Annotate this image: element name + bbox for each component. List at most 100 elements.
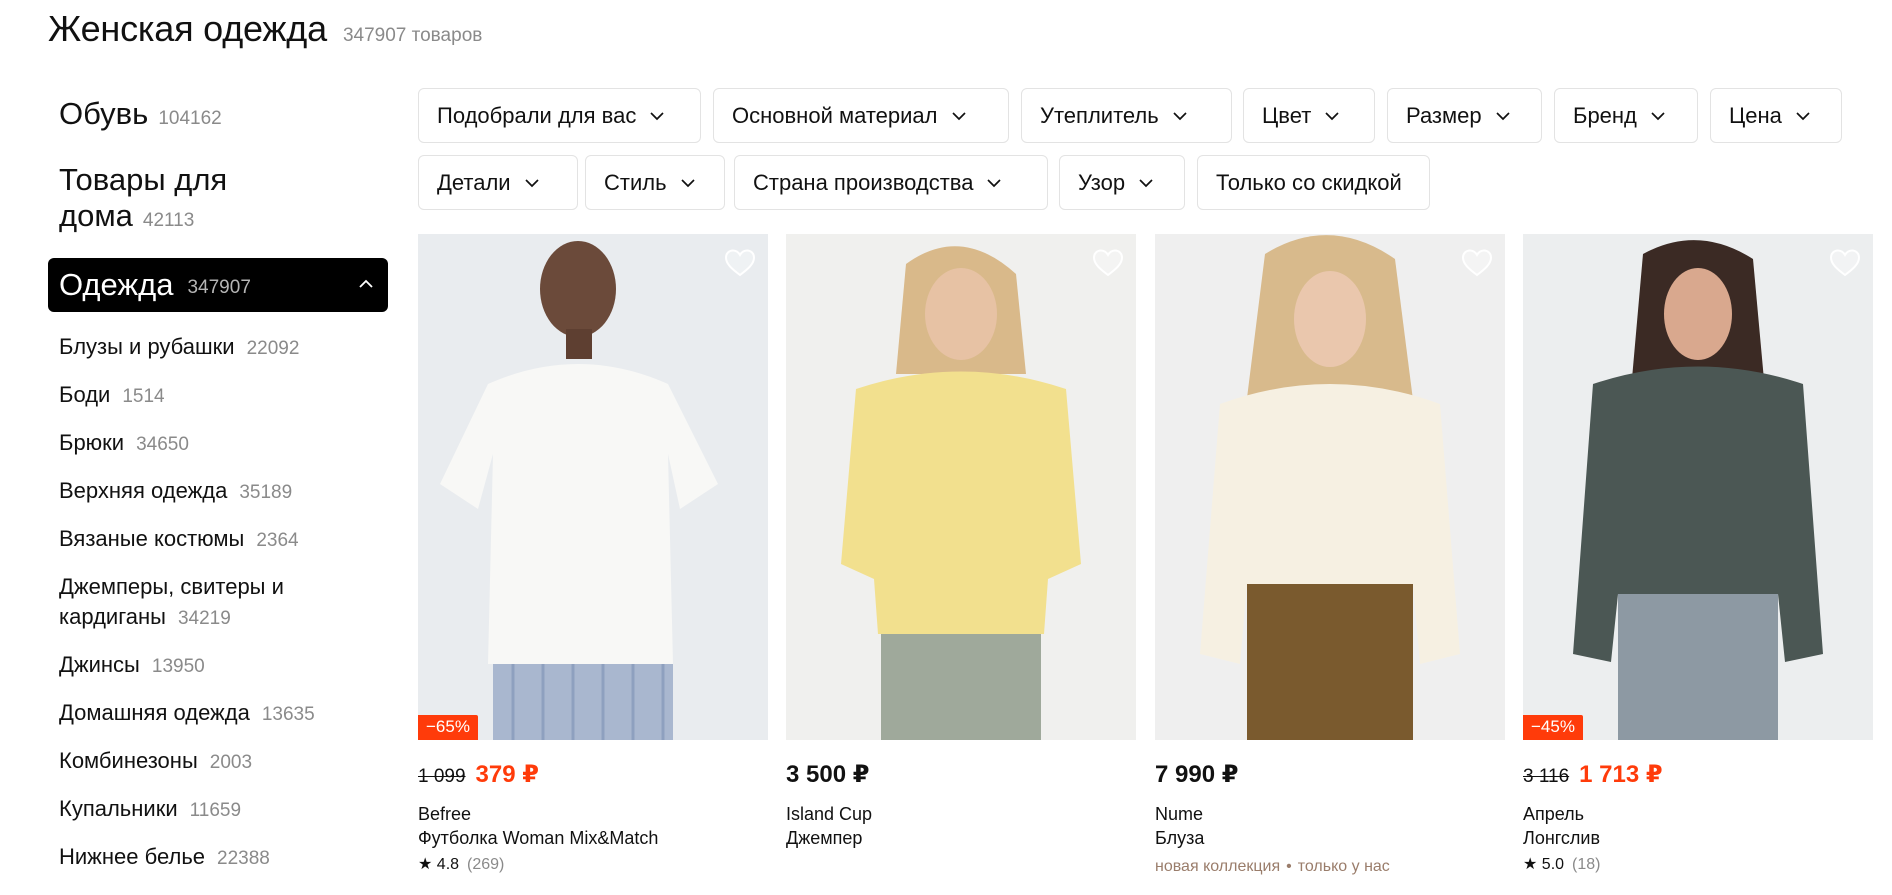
filter-recommended[interactable]: Подобрали для вас: [418, 88, 701, 143]
filter-country[interactable]: Страна производства: [734, 155, 1048, 210]
chevron-up-icon[interactable]: [356, 274, 376, 294]
price: 3 500 ₽: [786, 761, 870, 788]
filter-label: Цена: [1729, 102, 1782, 128]
subcategory-count: 2364: [256, 530, 299, 551]
subcategory-count: 22092: [246, 338, 300, 359]
page: Женская одежда 347907 товаров Обувь 10416…: [0, 0, 1892, 895]
product-card[interactable]: 7 990 ₽ Nume Блуза новая коллекция • тольк…: [1155, 234, 1505, 878]
subcategory-jeans[interactable]: Джинсы 13950: [59, 650, 359, 682]
rating-value: ★ 4.8: [418, 856, 460, 873]
discount-badge: −45%: [1523, 715, 1583, 740]
filter-material[interactable]: Основной материал: [713, 88, 1009, 143]
product-tags: новая коллекция • только у нас: [1155, 856, 1505, 878]
filter-label: Бренд: [1573, 102, 1637, 128]
old-price: 3 116: [1523, 766, 1570, 787]
subcategory-count: 34219: [177, 608, 231, 629]
heart-icon[interactable]: [1461, 248, 1493, 278]
category-count: 347907: [187, 277, 251, 298]
subcategory-knit-suits[interactable]: Вязаные костюмы 2364: [59, 524, 359, 556]
subcategory-label: Боди: [59, 382, 111, 407]
filter-label: Детали: [437, 169, 511, 195]
product-brand: Апрель: [1523, 804, 1585, 824]
filter-label: Утеплитель: [1040, 102, 1159, 128]
subcategory-label: Джемперы, свитеры и кардиганы: [59, 574, 284, 629]
subcategory-count: 34650: [136, 434, 189, 455]
chevron-down-icon: [1496, 111, 1510, 120]
product-image-tshirt: [418, 234, 768, 740]
filter-discount-only[interactable]: Только со скидкой: [1197, 155, 1430, 210]
product-card[interactable]: 3 500 ₽ Island Cup Джемпер: [786, 234, 1136, 850]
product-name[interactable]: Джемпер: [786, 826, 1136, 850]
filter-style[interactable]: Стиль: [585, 155, 725, 210]
filter-label: Цвет: [1262, 102, 1312, 128]
product-photo[interactable]: [786, 234, 1136, 740]
heart-icon[interactable]: [1829, 248, 1861, 278]
product-name[interactable]: Блуза: [1155, 826, 1505, 850]
sale-price: 379 ₽: [475, 761, 539, 788]
subcategory-count: 11659: [189, 800, 242, 821]
product-photo[interactable]: −65%: [418, 234, 768, 740]
filter-insulation[interactable]: Утеплитель: [1021, 88, 1232, 143]
subcategory-bodysuits[interactable]: Боди 1514: [59, 380, 359, 412]
tag-new-collection: новая коллекция: [1155, 858, 1281, 875]
category-clothing-active[interactable]: Одежда 347907: [48, 258, 388, 312]
chevron-down-icon: [1173, 111, 1187, 120]
filter-label: Страна производства: [753, 169, 974, 195]
chevron-down-icon: [951, 111, 966, 120]
filter-label: Стиль: [604, 169, 667, 195]
product-card[interactable]: −45% 3 116 1 713 ₽ Апрель Лонгслив ★ 5.0…: [1523, 234, 1873, 876]
product-image-longsleeve: [1523, 234, 1873, 740]
product-card[interactable]: −65% 1 099 379 ₽ Befree Футболка Woman M…: [418, 234, 768, 876]
heart-icon[interactable]: [1092, 248, 1124, 278]
discount-badge: −65%: [418, 715, 478, 740]
product-photo[interactable]: [1155, 234, 1505, 740]
review-count: (18): [1572, 856, 1601, 873]
subcategory-label: Брюки: [59, 430, 125, 455]
category-shoes[interactable]: Обувь 104162: [48, 96, 222, 137]
category-count: 42113: [142, 210, 195, 231]
subcategory-homewear[interactable]: Домашняя одежда 13635: [59, 698, 359, 730]
price-row: 3 116 1 713 ₽: [1523, 760, 1873, 788]
subcategory-label: Комбинезоны: [59, 748, 198, 773]
subcategory-label: Джинсы: [59, 652, 140, 677]
subcategory-count: 13950: [151, 656, 205, 677]
subcategory-blouses[interactable]: Блузы и рубашки 22092: [59, 332, 359, 364]
subcategory-swimwear[interactable]: Купальники 11659: [59, 794, 359, 826]
product-brand: Island Cup: [786, 804, 873, 824]
page-title: Женская одежда: [48, 8, 327, 49]
product-name[interactable]: Футболка Woman Mix&Match: [418, 826, 768, 850]
filter-price[interactable]: Цена: [1710, 88, 1842, 143]
product-rating: ★ 4.8 (269): [418, 854, 768, 876]
chevron-down-icon: [1139, 178, 1153, 187]
subcategory-count: 2003: [209, 752, 253, 773]
heart-icon[interactable]: [724, 248, 756, 278]
subcategory-jumpsuits[interactable]: Комбинезоны 2003: [59, 746, 359, 778]
subcategory-outerwear[interactable]: Верхняя одежда 35189: [59, 476, 359, 508]
subcategory-label: Домашняя одежда: [59, 700, 250, 725]
category-home-goods[interactable]: Товары для дома 42113: [48, 162, 268, 239]
filter-size[interactable]: Размер: [1387, 88, 1542, 143]
subcategory-underwear[interactable]: Нижнее белье 22388: [59, 842, 359, 874]
chevron-down-icon: [1796, 111, 1810, 120]
price-row: 3 500 ₽: [786, 760, 1136, 788]
subcategory-jumpers[interactable]: Джемперы, свитеры и кардиганы 34219: [59, 572, 319, 634]
filter-color[interactable]: Цвет: [1243, 88, 1375, 143]
product-image-blouse: [1155, 234, 1505, 740]
product-photo[interactable]: −45%: [1523, 234, 1873, 740]
filter-details[interactable]: Детали: [418, 155, 578, 210]
subcategory-label: Купальники: [59, 796, 178, 821]
subcategory-label: Нижнее белье: [59, 844, 206, 869]
tag-separator: •: [1286, 858, 1292, 875]
filter-pattern[interactable]: Узор: [1059, 155, 1185, 210]
product-brand: Nume: [1155, 804, 1204, 824]
price: 7 990 ₽: [1155, 761, 1239, 788]
subcategory-trousers[interactable]: Брюки 34650: [59, 428, 359, 460]
filter-brand[interactable]: Бренд: [1554, 88, 1698, 143]
price-row: 7 990 ₽: [1155, 760, 1505, 788]
product-name[interactable]: Лонгслив: [1523, 826, 1873, 850]
chevron-down-icon: [650, 111, 664, 120]
filter-label: Основной материал: [732, 102, 938, 128]
chevron-down-icon: [1651, 111, 1665, 120]
category-count: 104162: [158, 108, 222, 129]
rating-value: ★ 5.0: [1523, 856, 1565, 873]
